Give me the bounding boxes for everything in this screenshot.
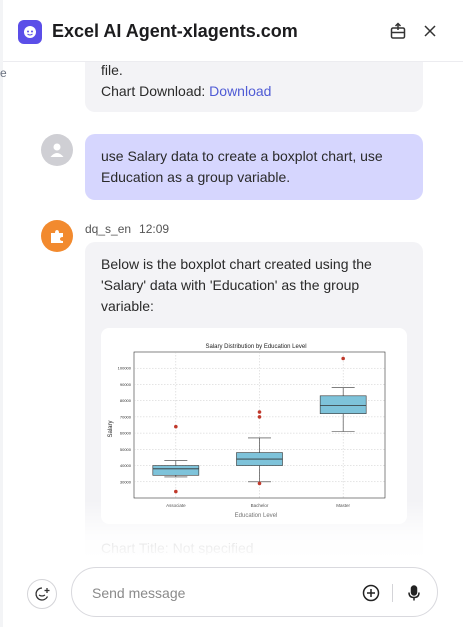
box-associate xyxy=(152,465,200,476)
user-message: use Salary data to create a boxplot char… xyxy=(85,134,423,200)
outlier-point xyxy=(257,481,262,486)
composer xyxy=(3,555,463,627)
ai-message: Below is the boxplot chart created using… xyxy=(85,242,423,555)
download-link[interactable]: Download xyxy=(209,83,271,99)
y-tick-label: 40000 xyxy=(120,463,132,468)
chart-x-label: Education Level xyxy=(235,513,278,519)
app-title: Excel AI Agent-xlagents.com xyxy=(52,21,298,41)
y-tick-label: 60000 xyxy=(120,431,132,436)
microphone-icon[interactable] xyxy=(403,582,425,604)
ai-message-line2: 'Salary' data with 'Education' as the gr… xyxy=(101,277,360,293)
previous-message-text: file. xyxy=(101,62,123,78)
sender-name: dq_s_en xyxy=(85,222,132,236)
y-tick-label: 70000 xyxy=(120,414,132,419)
message-time: 12:09 xyxy=(139,222,170,236)
ai-message-line3: variable: xyxy=(101,298,154,314)
chart-card[interactable]: Salary Distribution by Education Level E… xyxy=(101,328,407,524)
input-divider xyxy=(392,584,393,602)
plus-circle-icon[interactable] xyxy=(360,582,382,604)
chart-title-note: Chart Title: Not specified xyxy=(101,540,254,555)
y-tick-label: 80000 xyxy=(120,398,132,403)
puzzle-icon xyxy=(41,220,73,252)
user-message-line2: Education as a group variable. xyxy=(101,169,291,185)
export-icon[interactable] xyxy=(387,20,409,42)
user-message-line1: use Salary data to create a boxplot char… xyxy=(101,148,383,164)
outlier-point xyxy=(174,424,178,429)
box-master xyxy=(319,395,367,414)
outlier-point xyxy=(257,415,262,419)
robot-face-icon xyxy=(18,20,42,44)
outlier-point xyxy=(341,356,345,361)
previous-ai-message: file. Chart Download: Download xyxy=(85,62,423,112)
outlier-point xyxy=(257,410,262,414)
chat-history[interactable]: file. Chart Download: Download use Salar… xyxy=(3,62,463,555)
x-tick-label: Associate xyxy=(166,503,186,508)
chart-title: Salary Distribution by Education Level xyxy=(205,344,306,350)
chart-y-label: Salary xyxy=(108,420,114,437)
boxplot-chart: Salary Distribution by Education Level E… xyxy=(108,344,386,519)
y-tick-label: 50000 xyxy=(120,447,132,452)
chart-download-line: Chart Download: Download xyxy=(101,81,271,102)
message-input-box[interactable] xyxy=(71,567,438,617)
ai-message-line1: Below is the boxplot chart created using… xyxy=(101,256,372,272)
x-tick-label: Bachelor xyxy=(251,503,269,508)
user-icon xyxy=(41,134,73,166)
x-tick-label: Master xyxy=(336,503,350,508)
message-meta: dq_s_en 12:09 xyxy=(85,222,169,236)
header-bar: Excel AI Agent-xlagents.com xyxy=(3,0,463,62)
message-input[interactable] xyxy=(92,582,342,604)
chart-download-label: Chart Download: xyxy=(101,83,210,99)
close-icon[interactable] xyxy=(419,20,441,42)
y-tick-label: 100000 xyxy=(118,366,132,371)
y-tick-label: 90000 xyxy=(120,382,132,387)
new-chat-icon[interactable] xyxy=(27,579,57,609)
outlier-point xyxy=(174,489,178,494)
y-tick-label: 30000 xyxy=(120,479,132,484)
